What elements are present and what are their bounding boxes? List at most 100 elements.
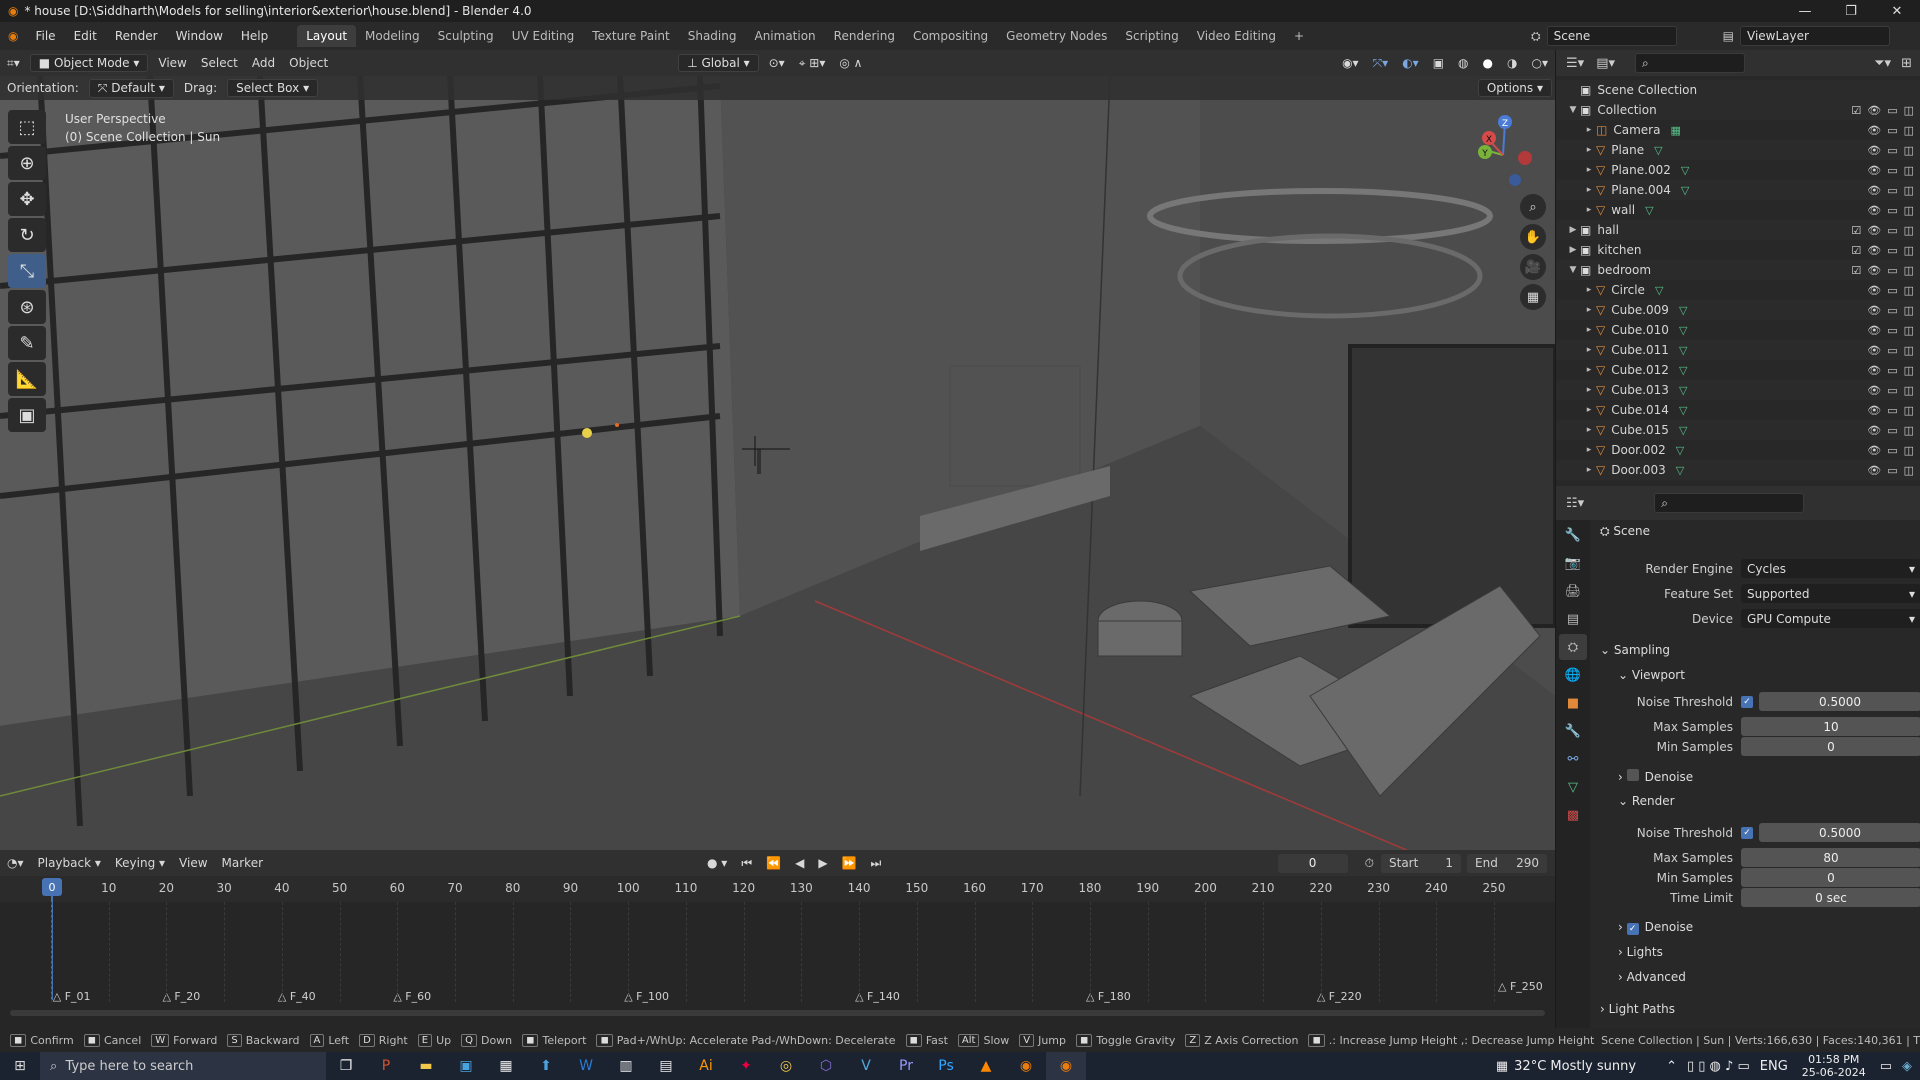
visibility-icon[interactable]: ◉▾: [1335, 54, 1366, 72]
expand-closed-icon[interactable]: ▸: [1582, 305, 1596, 315]
expand-closed-icon[interactable]: ▸: [1582, 165, 1596, 175]
mesh-data-icon[interactable]: ▽: [1679, 424, 1687, 437]
eye-icon[interactable]: 👁: [1867, 464, 1881, 477]
render-camera-icon[interactable]: ◫: [1904, 144, 1914, 157]
modifier-tab-icon[interactable]: 🔧: [1559, 718, 1587, 744]
navigation-gizmo[interactable]: Z Y X: [1475, 110, 1535, 190]
eye-icon[interactable]: 👁: [1867, 164, 1881, 177]
tray-icons[interactable]: ▯ ▯ ◍ ♪ ▭: [1687, 1059, 1750, 1074]
mesh-data-icon[interactable]: ▽: [1645, 204, 1653, 217]
expand-closed-icon[interactable]: ▶: [1566, 225, 1580, 235]
overlay-toggle-icon[interactable]: ◐▾: [1395, 54, 1426, 72]
render-camera-icon[interactable]: ◫: [1904, 184, 1914, 197]
exclude-checkbox[interactable]: ☑: [1851, 264, 1861, 277]
expand-closed-icon[interactable]: ▸: [1582, 445, 1596, 455]
expand-closed-icon[interactable]: ▸: [1582, 185, 1596, 195]
scene-selector[interactable]: Scene: [1546, 26, 1677, 46]
app-icon-4[interactable]: ✦: [726, 1052, 766, 1080]
render-camera-icon[interactable]: ◫: [1904, 224, 1914, 237]
viewport-disable-icon[interactable]: ▭: [1887, 264, 1897, 277]
outliner-row-plane-004[interactable]: ▸ ▽ Plane.004 ▽ 👁 ▭ ◫: [1556, 180, 1920, 200]
timeline[interactable]: 0 10 20 30 40 50 60 70 80 90 100 110 120 130 140 150 160…: [0, 876, 1555, 1028]
eye-icon[interactable]: 👁: [1867, 224, 1881, 237]
viewport-subpanel-header[interactable]: ⌄ Viewport: [1618, 668, 1685, 682]
pivot-icon[interactable]: ⊙▾: [762, 54, 792, 72]
menu-select[interactable]: Select: [194, 54, 245, 72]
eye-icon[interactable]: 👁: [1867, 364, 1881, 377]
timeline-editor-icon[interactable]: ◔▾: [0, 854, 31, 872]
view-layer-selector[interactable]: ViewLayer: [1740, 26, 1890, 46]
menu-object[interactable]: Object: [282, 54, 335, 72]
render-camera-icon[interactable]: ◫: [1904, 124, 1914, 137]
tab-modeling[interactable]: Modeling: [356, 25, 429, 47]
outliner-row-kitchen[interactable]: ▶ ▣ kitchen ☑ 👁 ▭ ◫: [1556, 240, 1920, 260]
tab-sculpting[interactable]: Sculpting: [429, 25, 503, 47]
outliner-row-cube-011[interactable]: ▸ ▽ Cube.011 ▽ 👁 ▭ ◫: [1556, 340, 1920, 360]
expand-closed-icon[interactable]: ▶: [1566, 245, 1580, 255]
menu-marker[interactable]: Marker: [215, 854, 270, 872]
mesh-data-icon[interactable]: ▽: [1676, 444, 1684, 457]
mesh-data-icon[interactable]: ▽: [1679, 384, 1687, 397]
tab-texture-paint[interactable]: Texture Paint: [583, 25, 678, 47]
tab-layout[interactable]: Layout: [297, 25, 357, 47]
playhead-label[interactable]: 0: [42, 878, 62, 896]
vp-denoise-checkbox[interactable]: [1626, 769, 1639, 781]
viewport-disable-icon[interactable]: ▭: [1887, 324, 1897, 337]
viewport-disable-icon[interactable]: ▭: [1887, 424, 1897, 437]
tab-compositing[interactable]: Compositing: [904, 25, 997, 47]
tool-tab-icon[interactable]: 🔧: [1559, 522, 1587, 548]
viewport-disable-icon[interactable]: ▭: [1887, 144, 1897, 157]
preview-range-icon[interactable]: ⏱: [1358, 854, 1381, 873]
render-camera-icon[interactable]: ◫: [1904, 344, 1914, 357]
zoom-icon[interactable]: ⌕: [1520, 194, 1546, 220]
properties-search[interactable]: ⌕: [1654, 493, 1805, 513]
timeline-marker[interactable]: △ F_100: [624, 990, 669, 1003]
expand-closed-icon[interactable]: ▸: [1582, 425, 1596, 435]
expand-open-icon[interactable]: ▼: [1566, 265, 1580, 275]
render-camera-icon[interactable]: ◫: [1904, 424, 1914, 437]
expand-closed-icon[interactable]: ▸: [1582, 145, 1596, 155]
options-dropdown[interactable]: Options ▾: [1477, 79, 1552, 97]
play-reverse-icon[interactable]: ◀: [788, 854, 811, 872]
select-box-icon[interactable]: ⬚: [8, 110, 46, 144]
eye-icon[interactable]: 👁: [1867, 384, 1881, 397]
eye-icon[interactable]: 👁: [1867, 104, 1881, 117]
menu-timeline-view[interactable]: View: [172, 854, 214, 872]
tab-geometry-nodes[interactable]: Geometry Nodes: [997, 25, 1116, 47]
data-tab-icon[interactable]: ▽: [1559, 774, 1587, 800]
eye-icon[interactable]: 👁: [1867, 304, 1881, 317]
pan-hand-icon[interactable]: ✋: [1520, 224, 1546, 250]
tab-rendering[interactable]: Rendering: [825, 25, 904, 47]
expand-closed-icon[interactable]: ▸: [1582, 465, 1596, 475]
blender-menu-icon[interactable]: ◉: [0, 29, 26, 43]
mode-selector[interactable]: ■ Object Mode ▾: [29, 54, 149, 72]
eye-icon[interactable]: 👁: [1867, 244, 1881, 257]
app-icon[interactable]: ⬆: [526, 1052, 566, 1080]
menu-render[interactable]: Render: [106, 29, 167, 43]
r-denoise-subpanel[interactable]: › ✓ Denoise: [1618, 920, 1693, 935]
device-select[interactable]: GPU Compute ▾: [1741, 609, 1920, 628]
language-indicator[interactable]: ENG: [1760, 1059, 1788, 1074]
advanced-subpanel[interactable]: › Advanced: [1618, 970, 1686, 984]
outliner-row-cube-013[interactable]: ▸ ▽ Cube.013 ▽ 👁 ▭ ◫: [1556, 380, 1920, 400]
render-camera-icon[interactable]: ◫: [1904, 444, 1914, 457]
add-workspace-button[interactable]: +: [1285, 25, 1313, 47]
outliner-row-bedroom[interactable]: ▼ ▣ bedroom ☑ 👁 ▭ ◫: [1556, 260, 1920, 280]
eye-icon[interactable]: 👁: [1867, 284, 1881, 297]
viewport-disable-icon[interactable]: ▭: [1887, 164, 1897, 177]
display-mode-icon[interactable]: ▤▾: [1596, 56, 1615, 71]
illustrator-icon[interactable]: Ai: [686, 1052, 726, 1080]
eye-icon[interactable]: 👁: [1867, 144, 1881, 157]
chrome-icon[interactable]: ◎: [766, 1052, 806, 1080]
shading-wireframe-icon[interactable]: ◍: [1451, 54, 1475, 72]
jump-keyframe-back-icon[interactable]: ⏪: [759, 854, 788, 872]
expand-open-icon[interactable]: ▼: [1566, 105, 1580, 115]
mesh-data-icon[interactable]: ▽: [1681, 164, 1689, 177]
end-frame-field[interactable]: End 290: [1467, 853, 1547, 873]
tab-shading[interactable]: Shading: [679, 25, 746, 47]
file-explorer-icon[interactable]: ▬: [406, 1052, 446, 1080]
vp-noise-threshold-field[interactable]: 0.5000: [1759, 692, 1920, 711]
expand-closed-icon[interactable]: ▸: [1582, 365, 1596, 375]
gizmo-toggle-icon[interactable]: ⤧▾: [1366, 54, 1396, 73]
annotate-icon[interactable]: ✎: [8, 326, 46, 360]
